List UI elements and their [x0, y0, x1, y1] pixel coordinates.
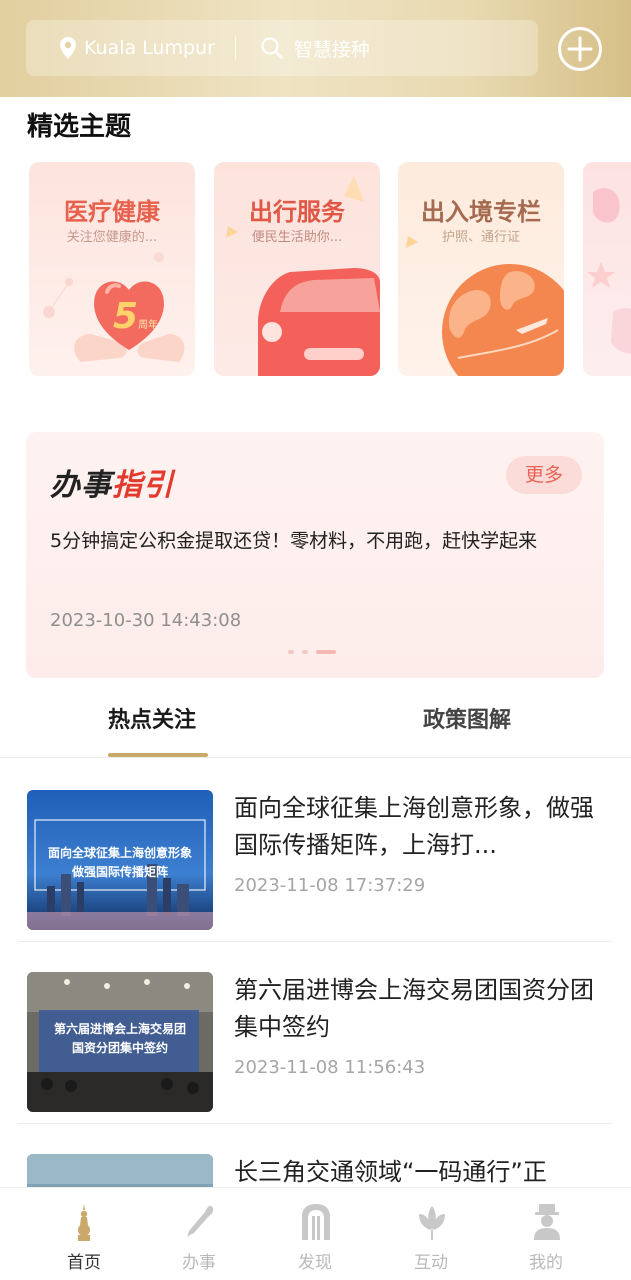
news-title[interactable]: 长三角交通领域“一码通行”正 — [234, 1154, 606, 1191]
location-label: Kuala Lumpur — [84, 37, 215, 59]
person-icon — [534, 1204, 560, 1240]
search-divider — [234, 36, 236, 60]
carousel-dot[interactable] — [302, 650, 308, 654]
anniversary-badge: 5周年 — [113, 296, 158, 337]
anniversary-number: 5 — [113, 296, 139, 337]
tab-policy-graphics[interactable]: 政策图解 — [423, 702, 511, 734]
theme-card-subtitle: 护照、通行证 — [441, 230, 520, 245]
guide-date: 2023-10-30 14:43:08 — [50, 610, 242, 631]
featured-section-title: 精选主题 — [27, 112, 132, 142]
top-header: Kuala Lumpur 智慧接种 — [0, 0, 631, 97]
news-thumbnail: 面向全球征集上海创意形象 做强国际传播矩阵 — [27, 790, 213, 930]
nav-item-profile[interactable]: 我的 — [488, 1188, 604, 1280]
news-thumbnail: 第六届进博会上海交易团 国资分团集中签约 — [27, 972, 213, 1112]
thumbnail-caption: 第六届进博会上海交易团 — [53, 1022, 186, 1036]
location-pin-icon — [60, 37, 76, 59]
nav-label: 办事 — [182, 1253, 216, 1273]
theme-card-subtitle: 便民生活助你... — [251, 230, 343, 245]
news-title[interactable]: 第六届进博会上海交易团国资分团集中签约 — [234, 972, 606, 1046]
tab-hot-topics[interactable]: 热点关注 — [108, 702, 196, 734]
more-button[interactable]: 更多 — [506, 456, 582, 494]
thumbnail-caption: 做强国际传播矩阵 — [71, 865, 168, 879]
guide-headline[interactable]: 5分钟搞定公积金提取还贷！零材料，不用跑，赶快学起来 — [50, 524, 590, 558]
lotus-icon — [419, 1206, 445, 1240]
active-tab-indicator — [108, 753, 208, 757]
nav-item-discover[interactable]: 发现 — [257, 1188, 373, 1280]
search-icon — [261, 37, 283, 59]
news-item[interactable]: 面向全球征集上海创意形象 做强国际传播矩阵 面向全球征集上海创意形象，做强国际传… — [0, 760, 631, 942]
theme-card-travel[interactable]: 出行服务 便民生活助你... — [214, 162, 380, 376]
news-tabs: 热点关注 政策图解 — [0, 690, 631, 758]
news-date: 2023-11-08 17:37:29 — [234, 875, 426, 896]
theme-card-immigration[interactable]: 出入境专栏 护照、通行证 — [398, 162, 564, 376]
service-guide-card[interactable]: 办事指引 更多 5分钟搞定公积金提取还贷！零材料，不用跑，赶快学起来 2023-… — [26, 432, 604, 678]
news-title[interactable]: 面向全球征集上海创意形象，做强国际传播矩阵，上海打... — [234, 790, 606, 864]
theme-card-title: 出入境专栏 — [421, 198, 541, 226]
plus-circle-icon[interactable] — [557, 26, 603, 72]
pen-icon — [186, 1205, 214, 1239]
carousel-dot[interactable] — [288, 650, 294, 654]
featured-carousel[interactable]: 医疗健康 关注您健康的... 5周年 出行服务 便民生活助你... 出入境专栏 — [29, 162, 631, 376]
home-tower-icon — [78, 1204, 90, 1241]
theme-card-health[interactable]: 医疗健康 关注您健康的... 5周年 — [29, 162, 195, 376]
bottom-navigation: 首页 办事 发现 互动 我的 — [0, 1187, 631, 1280]
decorative-illustration — [587, 188, 631, 354]
carousel-dots — [288, 650, 336, 654]
nav-item-services[interactable]: 办事 — [141, 1188, 257, 1280]
theme-card-title: 出行服务 — [249, 198, 345, 226]
arch-icon — [302, 1204, 330, 1240]
thumbnail-caption: 国资分团集中签约 — [71, 1041, 168, 1055]
anniversary-caption: 周年 — [138, 320, 159, 331]
nav-label: 我的 — [529, 1253, 563, 1273]
nav-item-interact[interactable]: 互动 — [373, 1188, 489, 1280]
thumbnail-caption: 面向全球征集上海创意形象 — [47, 846, 192, 860]
nav-label: 互动 — [414, 1253, 448, 1273]
carousel-dot-active[interactable] — [316, 650, 336, 654]
location-selector[interactable]: Kuala Lumpur — [26, 20, 215, 76]
service-guide-logo: 办事指引 — [50, 460, 174, 504]
nav-item-home[interactable]: 首页 — [26, 1188, 142, 1280]
guide-logo-part1: 办事 — [50, 468, 112, 503]
theme-card-title: 医疗健康 — [64, 198, 160, 226]
nav-label: 发现 — [298, 1253, 332, 1273]
news-item[interactable]: 第六届进博会上海交易团 国资分团集中签约 第六届进博会上海交易团国资分团集中签约… — [0, 942, 631, 1124]
guide-logo-part2: 指引 — [112, 468, 174, 503]
nav-label: 首页 — [67, 1253, 101, 1273]
search-bar[interactable]: Kuala Lumpur 智慧接种 — [26, 20, 538, 76]
search-input[interactable]: 智慧接种 — [294, 35, 370, 62]
theme-card-partial[interactable] — [583, 162, 631, 376]
news-date: 2023-11-08 11:56:43 — [234, 1057, 426, 1078]
theme-card-subtitle: 关注您健康的... — [66, 230, 158, 245]
